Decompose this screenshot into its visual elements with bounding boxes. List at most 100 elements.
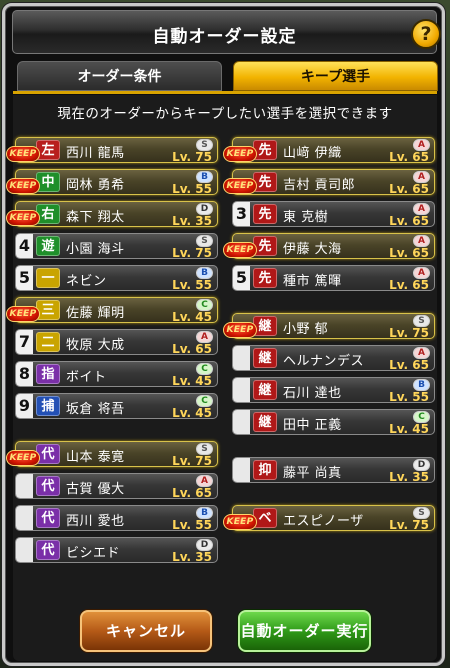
player-level: Lv. 65 (389, 358, 429, 372)
player-level: Lv. 75 (389, 326, 429, 340)
player-name: 東 克樹 (283, 210, 329, 225)
player-name: 田中 正義 (283, 418, 342, 433)
player-row[interactable]: KEEP 代山本 泰寛 S Lv. 75 (6, 441, 218, 468)
player-level: Lv. 65 (172, 486, 212, 500)
player-row[interactable]: KEEP 中岡林 勇希 B Lv. 55 (6, 169, 218, 196)
position-badge: 抑 (253, 460, 277, 480)
bench-slot-marker (233, 378, 250, 402)
player-name: 坂倉 将吾 (66, 402, 125, 417)
bench-slot-marker (16, 506, 33, 530)
title-bar: 自動オーダー設定 ? (12, 10, 441, 54)
position-badge: 左 (36, 140, 60, 160)
position-badge: 中 (36, 172, 60, 192)
player-level: Lv. 35 (172, 214, 212, 228)
player-row[interactable]: KEEP ベエスピノーザ S Lv. 75 (223, 505, 435, 532)
player-level: Lv. 45 (172, 406, 212, 420)
position-badge: 右 (36, 204, 60, 224)
player-row[interactable]: KEEP 右森下 翔太 D Lv. 35 (6, 201, 218, 228)
position-badge: 継 (253, 412, 277, 432)
position-badge: 継 (253, 316, 277, 336)
player-row[interactable]: 8 指ボイト C Lv. 45 (15, 361, 218, 388)
player-row[interactable]: KEEP 左西川 龍馬 S Lv. 75 (6, 137, 218, 164)
player-row[interactable]: 3先東 克樹 A Lv. 65 (232, 201, 435, 228)
player-level: Lv. 35 (389, 470, 429, 484)
player-level: Lv. 55 (389, 390, 429, 404)
player-row[interactable]: 代ビシエド D Lv. 35 (15, 537, 218, 564)
batting-order-number: 7 (16, 330, 33, 354)
tab-order-conditions[interactable]: オーダー条件 (17, 61, 222, 91)
player-level: Lv. 55 (172, 518, 212, 532)
keep-badge-icon: KEEP (6, 210, 40, 226)
bench-slot-marker (233, 346, 250, 370)
batting-order-number: 4 (16, 234, 33, 258)
auto-order-execute-button[interactable]: 自動オーダー実行 (238, 610, 371, 652)
bench-slot-marker (233, 458, 250, 482)
position-badge: ベ (253, 508, 277, 528)
player-level: Lv. 65 (389, 182, 429, 196)
player-level: Lv. 65 (389, 278, 429, 292)
player-row[interactable]: KEEP 三佐藤 輝明 C Lv. 45 (6, 297, 218, 324)
player-name: 藤平 尚真 (283, 466, 342, 481)
instruction-text: 現在のオーダーからキープしたい選手を選択できます (57, 106, 393, 122)
keep-badge-icon: KEEP (223, 322, 257, 338)
position-badge: 三 (36, 300, 60, 320)
player-name: 西川 龍馬 (66, 146, 125, 161)
position-badge: 一 (36, 268, 60, 288)
player-name: 伊藤 大海 (283, 242, 342, 257)
player-level: Lv. 35 (172, 550, 212, 564)
player-level: Lv. 55 (172, 278, 212, 292)
position-badge: 捕 (36, 396, 60, 416)
player-row[interactable]: 代古賀 優大 A Lv. 65 (15, 473, 218, 500)
player-row[interactable]: KEEP 先山﨑 伊織 A Lv. 65 (223, 137, 435, 164)
player-row[interactable]: 5 一ネビン B Lv. 55 (15, 265, 218, 292)
batting-order-number: 8 (16, 362, 33, 386)
player-level: Lv. 65 (172, 342, 212, 356)
batting-order-number: 3 (233, 202, 250, 226)
player-level: Lv. 45 (172, 374, 212, 388)
player-row[interactable]: 7 二牧原 大成 A Lv. 65 (15, 329, 218, 356)
position-badge: 代 (36, 508, 60, 528)
player-level: Lv. 75 (172, 150, 212, 164)
keep-badge-icon: KEEP (6, 178, 40, 194)
player-row[interactable]: 9 捕坂倉 将吾 C Lv. 45 (15, 393, 218, 420)
player-level: Lv. 65 (389, 150, 429, 164)
cancel-button[interactable]: キャンセル (80, 610, 212, 652)
player-row[interactable]: 継ヘルナンデス A Lv. 65 (232, 345, 435, 372)
player-level: Lv. 45 (389, 422, 429, 436)
player-level: Lv. 65 (389, 214, 429, 228)
player-row[interactable]: 4 遊小園 海斗 S Lv. 75 (15, 233, 218, 260)
player-row[interactable]: 抑藤平 尚真 D Lv. 35 (232, 457, 435, 484)
player-level: Lv. 55 (172, 182, 212, 196)
player-name: 石川 達也 (283, 386, 342, 401)
player-row[interactable]: 継石川 達也 B Lv. 55 (232, 377, 435, 404)
tab-underline (13, 91, 437, 94)
player-row[interactable]: KEEP 継小野 郁 S Lv. 75 (223, 313, 435, 340)
player-name: エスピノーザ (283, 514, 364, 529)
position-badge: 二 (36, 332, 60, 352)
bench-slot-marker (16, 538, 33, 562)
player-level: Lv. 75 (172, 246, 212, 260)
position-badge: 継 (253, 348, 277, 368)
help-icon[interactable]: ? (411, 19, 441, 49)
position-badge: 先 (253, 236, 277, 256)
keep-badge-icon: KEEP (6, 146, 40, 162)
player-name: 山本 泰寛 (66, 450, 125, 465)
position-badge: 遊 (36, 236, 60, 256)
position-badge: 先 (253, 204, 277, 224)
tab-keep-players[interactable]: キープ選手 (233, 61, 438, 91)
player-row[interactable]: 継田中 正義 C Lv. 45 (232, 409, 435, 436)
player-name: 小野 郁 (283, 322, 329, 337)
position-badge: 先 (253, 268, 277, 288)
player-name: 小園 海斗 (66, 242, 125, 257)
position-badge: 代 (36, 444, 60, 464)
player-row[interactable]: 5 先種市 篤暉 A Lv. 65 (232, 265, 435, 292)
player-name: 古賀 優大 (66, 482, 125, 497)
player-row[interactable]: KEEP 先吉村 貢司郎 A Lv. 65 (223, 169, 435, 196)
bench-slot-marker (233, 410, 250, 434)
player-row[interactable]: 代西川 愛也 B Lv. 55 (15, 505, 218, 532)
position-badge: 先 (253, 140, 277, 160)
keep-badge-icon: KEEP (6, 306, 40, 322)
player-row[interactable]: KEEP 先伊藤 大海 A Lv. 65 (223, 233, 435, 260)
player-name: ネビン (66, 274, 107, 289)
player-name: 吉村 貢司郎 (283, 178, 356, 193)
